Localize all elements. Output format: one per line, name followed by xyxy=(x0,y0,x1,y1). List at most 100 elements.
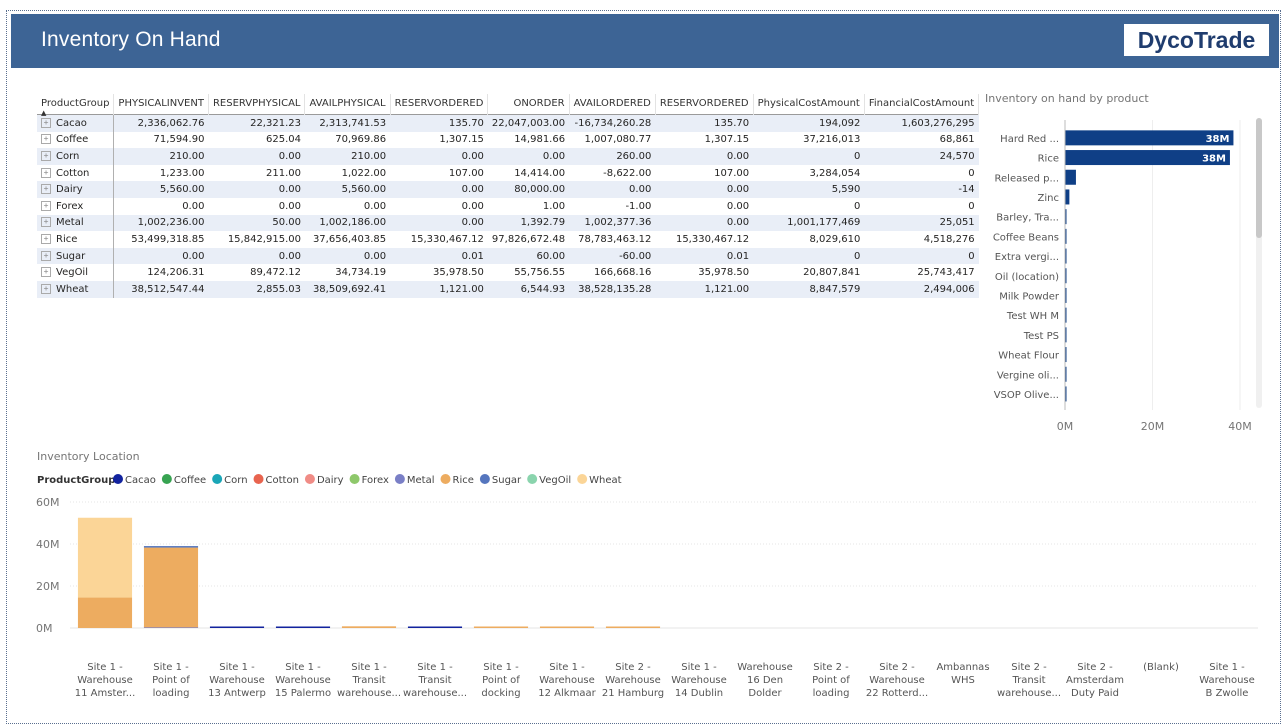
category-label: Site 1 - xyxy=(681,662,717,673)
legend-marker[interactable] xyxy=(304,474,315,484)
bar-segment[interactable] xyxy=(275,626,331,629)
expand-icon[interactable]: + xyxy=(41,250,51,261)
category-label: loading xyxy=(153,688,190,699)
row-header: + Rice xyxy=(37,231,115,248)
column-header[interactable]: AVAILORDERED xyxy=(569,94,656,115)
expand-icon[interactable]: + xyxy=(41,184,51,195)
expand-icon[interactable]: + xyxy=(41,134,51,145)
bar-segment[interactable] xyxy=(539,626,595,629)
expand-icon[interactable]: + xyxy=(41,200,51,211)
table-row: + Sugar 0.00 0.00 0.00 0.01 60.00 -60.00 0.01 0 0 xyxy=(37,247,979,265)
category-label: Site 2 - xyxy=(879,662,915,673)
data-label: 38M xyxy=(1206,134,1230,145)
bar-segment[interactable] xyxy=(341,626,397,628)
bar-segment[interactable] xyxy=(77,597,133,628)
column-header[interactable]: RESERVORDERED xyxy=(390,94,489,115)
table-cell: 2,494,006 xyxy=(864,280,979,298)
legend-item[interactable]: VegOil xyxy=(539,475,571,486)
bar[interactable] xyxy=(1065,189,1070,205)
category-label: Warehouse xyxy=(1199,675,1255,686)
scrollbar-thumb[interactable] xyxy=(1256,118,1262,238)
column-header[interactable]: FinancialCostAmount xyxy=(864,94,980,115)
legend-marker[interactable] xyxy=(577,474,588,484)
legend-marker[interactable] xyxy=(113,474,123,484)
legend-marker[interactable] xyxy=(161,474,172,484)
column-header[interactable]: ProductGroup ▲ xyxy=(37,94,115,117)
bar-segment[interactable] xyxy=(605,626,661,629)
expand-icon[interactable]: + xyxy=(41,267,51,278)
table-row: + Rice 53,499,318.85 15,842,915.00 37,656,40… xyxy=(37,231,979,248)
table-cell: -16,734,260.28 xyxy=(569,114,656,132)
bar-segment[interactable] xyxy=(143,546,199,548)
table-cell: 53,499,318.85 xyxy=(113,231,209,248)
bar-segment[interactable] xyxy=(143,547,199,628)
table-cell: 1,603,276,295 xyxy=(864,114,979,132)
category-label: Point of xyxy=(482,675,520,686)
table-cell: 260.00 xyxy=(569,148,656,165)
column-header[interactable]: RESERVORDERED xyxy=(655,94,754,115)
expand-icon[interactable]: + xyxy=(41,117,51,128)
table-cell: 55,756.55 xyxy=(487,264,570,281)
bar-segment[interactable] xyxy=(407,626,463,629)
column-header[interactable]: ONORDER xyxy=(487,94,570,115)
legend-marker[interactable] xyxy=(394,474,405,484)
table-cell: 0 xyxy=(753,197,865,215)
legend-item[interactable]: Forex xyxy=(362,475,389,486)
bar-segment[interactable] xyxy=(473,626,529,629)
legend-marker[interactable] xyxy=(527,474,538,484)
table-cell: 37,656,403.85 xyxy=(304,231,391,248)
category-label: B Zwolle xyxy=(1206,688,1249,699)
table-cell: 38,512,547.44 xyxy=(113,280,209,298)
legend-item[interactable]: Corn xyxy=(224,475,247,486)
column-header[interactable]: AVAILPHYSICAL xyxy=(304,94,391,115)
category-label: Transit xyxy=(351,675,385,686)
category-label: warehouse... xyxy=(403,688,467,699)
legend-item[interactable]: Metal xyxy=(407,475,435,486)
category-label: 16 Den xyxy=(747,675,783,686)
bar-segment[interactable] xyxy=(77,517,133,598)
table-cell: 8,029,610 xyxy=(753,231,865,248)
table-cell: 1,022.00 xyxy=(304,164,391,182)
table-cell: 5,560.00 xyxy=(304,181,391,198)
category-label: Site 1 - xyxy=(87,662,123,673)
category-label: Site 2 - xyxy=(813,662,849,673)
expand-icon[interactable]: + xyxy=(41,217,51,228)
x-tick-label: 40M xyxy=(1228,420,1252,433)
table-cell: 625.04 xyxy=(208,131,305,149)
column-header[interactable]: RESERVPHYSICAL xyxy=(208,94,306,115)
product-group-label: Coffee xyxy=(56,134,89,146)
legend-marker[interactable] xyxy=(479,474,490,484)
legend-item[interactable]: Coffee xyxy=(174,475,206,486)
table-cell: 35,978.50 xyxy=(390,264,488,281)
expand-icon[interactable]: + xyxy=(41,283,51,294)
legend-item[interactable]: Cotton xyxy=(266,475,299,486)
row-header: + Corn xyxy=(37,148,115,165)
table-cell: 14,981.66 xyxy=(487,131,570,149)
legend-marker[interactable] xyxy=(349,474,360,484)
category-label: Zinc xyxy=(1038,193,1059,204)
legend-item[interactable]: Cacao xyxy=(125,475,156,486)
column-header[interactable]: PHYSICALINVENT xyxy=(113,94,209,115)
table-row: + Dairy 5,560.00 0.00 5,560.00 0.00 80,000.00 0… xyxy=(37,181,979,198)
legend-item[interactable]: Dairy xyxy=(317,475,344,486)
category-label: 14 Dublin xyxy=(675,688,723,699)
expand-icon[interactable]: + xyxy=(41,150,51,161)
category-label: 13 Antwerp xyxy=(208,688,266,699)
table-cell: 0 xyxy=(753,148,865,165)
bar-segment[interactable] xyxy=(209,626,265,629)
category-label: WHS xyxy=(951,675,975,686)
column-header[interactable]: PhysicalCostAmount xyxy=(753,94,865,115)
legend-item[interactable]: Rice xyxy=(453,475,474,486)
legend-marker[interactable] xyxy=(253,474,264,484)
expand-icon[interactable]: + xyxy=(41,233,51,244)
category-label: Warehouse xyxy=(869,675,925,686)
expand-icon[interactable]: + xyxy=(41,167,51,178)
row-header: + Metal xyxy=(37,214,115,232)
row-header: + Coffee xyxy=(37,131,115,149)
legend-marker[interactable] xyxy=(212,474,223,484)
legend-marker[interactable] xyxy=(440,474,451,484)
legend-item[interactable]: Wheat xyxy=(589,475,622,486)
y-tick-label: 40M xyxy=(36,538,60,551)
legend-item[interactable]: Sugar xyxy=(492,475,522,486)
bar[interactable] xyxy=(1065,169,1076,185)
